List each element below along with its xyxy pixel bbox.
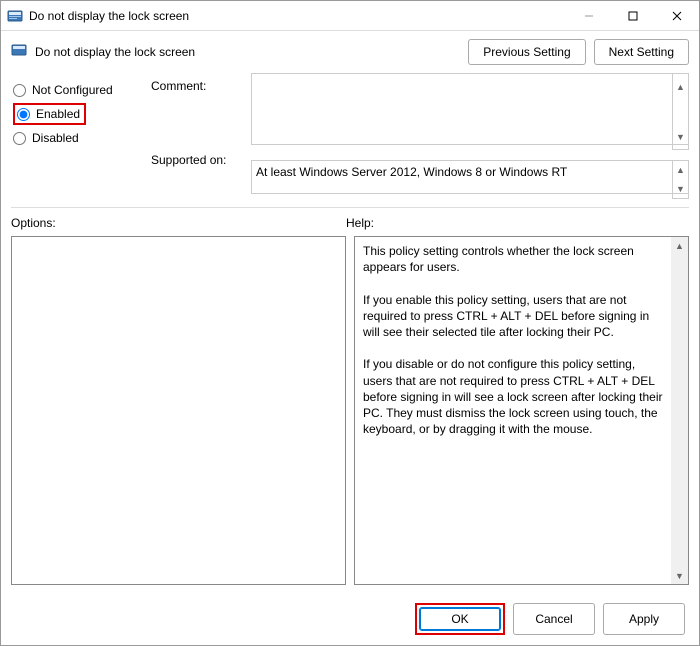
dialog-window: Do not display the lock screen Do not di… (0, 0, 700, 646)
radio-not-configured-label: Not Configured (32, 83, 113, 97)
comment-label: Comment: (151, 79, 241, 93)
footer: OK Cancel Apply (1, 593, 699, 645)
panes: This policy setting controls whether the… (1, 236, 699, 593)
scroll-down-icon[interactable]: ▼ (671, 567, 688, 584)
scroll-track[interactable] (673, 99, 688, 124)
cancel-button[interactable]: Cancel (513, 603, 595, 635)
field-inputs: ▲ ▼ ▲ ▼ (251, 73, 689, 199)
scroll-down-icon[interactable]: ▼ (673, 180, 688, 199)
maximize-button[interactable] (611, 1, 655, 31)
window-title: Do not display the lock screen (29, 9, 567, 23)
radio-enabled-label: Enabled (36, 107, 80, 121)
comment-scrollbar[interactable]: ▲ ▼ (672, 73, 689, 150)
help-label: Help: (346, 216, 374, 230)
radio-disabled-label: Disabled (32, 131, 79, 145)
ok-highlight: OK (415, 603, 505, 635)
scroll-up-icon[interactable]: ▲ (671, 237, 688, 254)
radio-enabled[interactable]: Enabled (17, 107, 80, 121)
radio-disabled-input[interactable] (13, 132, 26, 145)
minimize-button[interactable] (567, 1, 611, 31)
help-text: This policy setting controls whether the… (355, 237, 688, 443)
supported-scrollbar[interactable]: ▲ ▼ (672, 160, 689, 199)
subheader: Do not display the lock screen Previous … (1, 31, 699, 73)
ok-button[interactable]: OK (419, 607, 501, 631)
policy-title: Do not display the lock screen (35, 45, 460, 59)
enabled-highlight: Enabled (13, 103, 86, 125)
pane-labels: Options: Help: (1, 216, 699, 236)
help-pane: This policy setting controls whether the… (354, 236, 689, 585)
radio-enabled-input[interactable] (17, 108, 30, 121)
previous-setting-button[interactable]: Previous Setting (468, 39, 585, 65)
radio-not-configured-input[interactable] (13, 84, 26, 97)
titlebar: Do not display the lock screen (1, 1, 699, 31)
apply-button[interactable]: Apply (603, 603, 685, 635)
field-labels: Comment: Supported on: (151, 73, 241, 199)
supported-label: Supported on: (151, 153, 241, 167)
scroll-track[interactable] (671, 254, 688, 567)
scroll-up-icon[interactable]: ▲ (673, 74, 688, 99)
comment-textarea[interactable] (251, 73, 689, 145)
divider (11, 207, 689, 208)
policy-icon (7, 8, 23, 24)
scroll-up-icon[interactable]: ▲ (673, 161, 688, 180)
state-radio-group: Not Configured Enabled Disabled (11, 73, 141, 199)
supported-textarea (251, 160, 689, 194)
radio-disabled[interactable]: Disabled (11, 127, 141, 149)
options-label: Options: (11, 216, 346, 230)
policy-icon-small (11, 42, 27, 63)
help-scrollbar[interactable]: ▲ ▼ (671, 237, 688, 584)
radio-not-configured[interactable]: Not Configured (11, 79, 141, 101)
next-setting-button[interactable]: Next Setting (594, 39, 689, 65)
config-area: Not Configured Enabled Disabled Comment:… (1, 73, 699, 205)
options-pane (11, 236, 346, 585)
close-button[interactable] (655, 1, 699, 31)
scroll-down-icon[interactable]: ▼ (673, 124, 688, 149)
